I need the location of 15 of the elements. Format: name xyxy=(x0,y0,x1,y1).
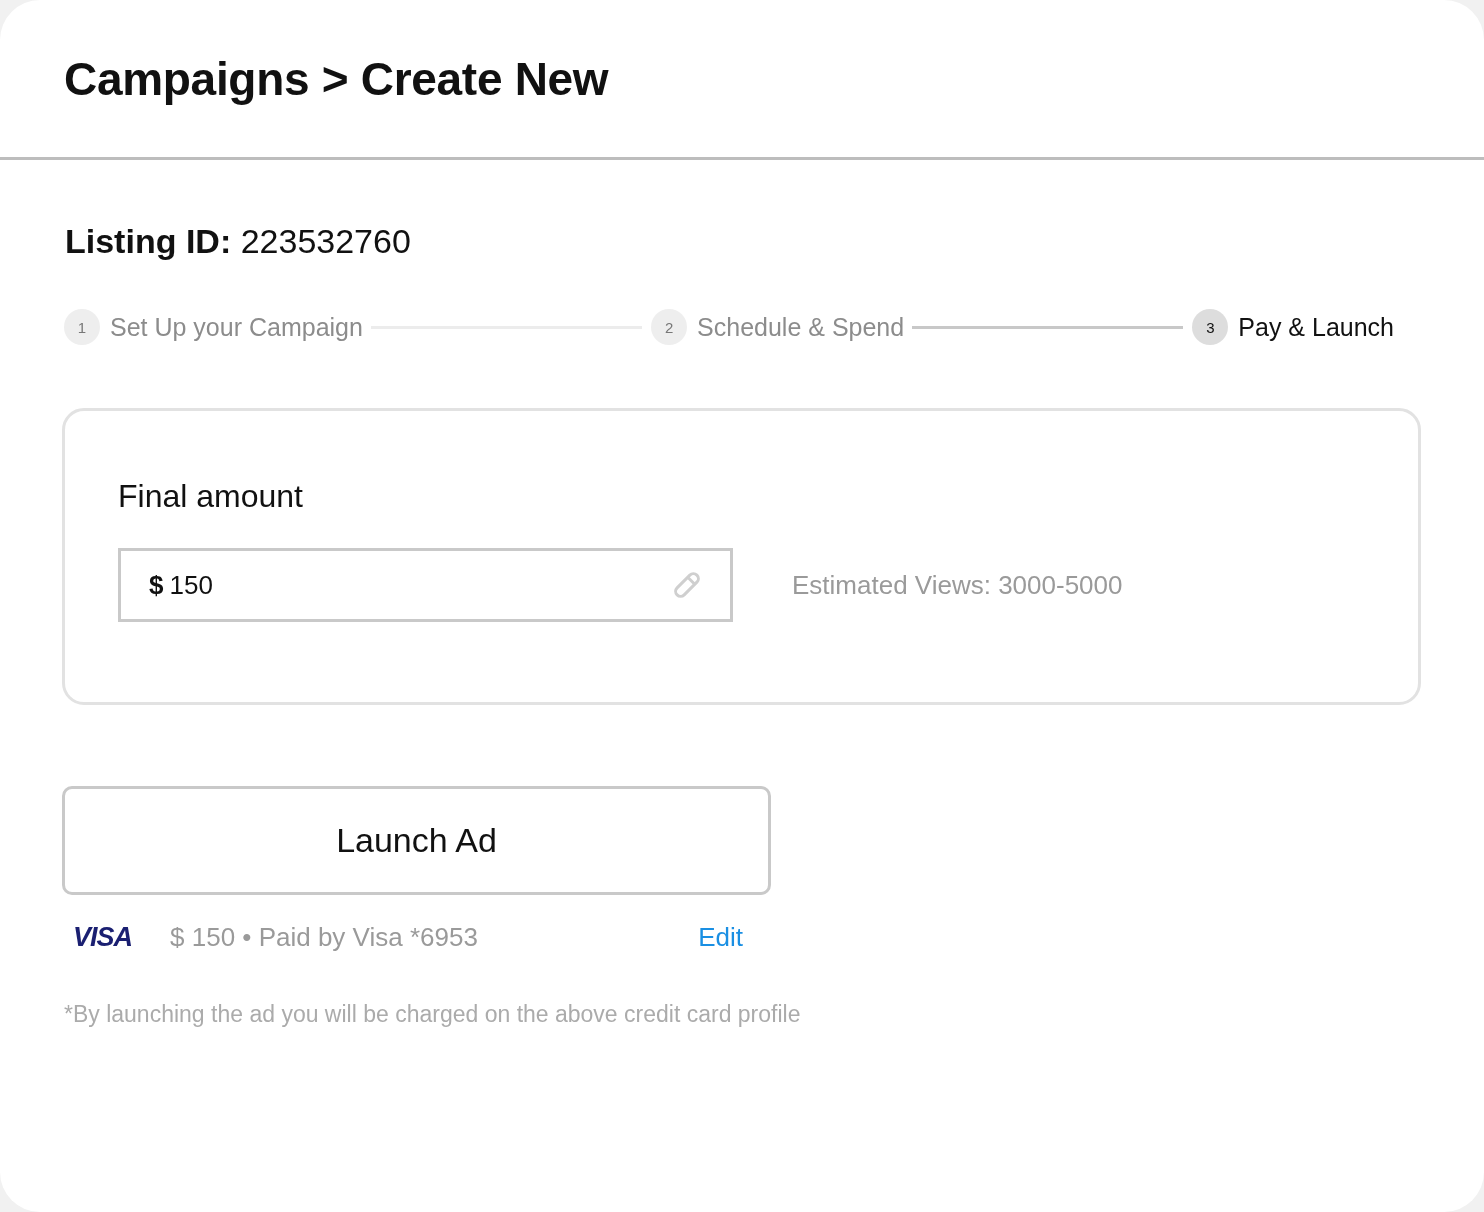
card-heading: Final amount xyxy=(118,477,303,516)
step-number: 3 xyxy=(1192,309,1229,345)
step-label: Pay & Launch xyxy=(1238,312,1394,342)
step-label: Schedule & Spend xyxy=(697,312,905,342)
step-label: Set Up your Campaign xyxy=(110,312,363,342)
step-number: 2 xyxy=(651,309,688,345)
card-brand-logo: VISA xyxy=(73,922,133,952)
estimated-views: Estimated Views: 3000-5000 xyxy=(792,569,1123,601)
page-title: Campaigns > Create New xyxy=(64,51,609,106)
payment-summary: $ 150 • Paid by Visa *6953 xyxy=(170,922,478,952)
amount-field[interactable]: $ 150 xyxy=(118,548,733,622)
listing-id: Listing ID: 223532760 xyxy=(65,221,411,261)
step-number: 1 xyxy=(64,309,100,345)
launch-ad-button[interactable]: Launch Ad xyxy=(62,786,771,895)
disclaimer-text: *By launching the ad you will be charged on the above credit card profile xyxy=(64,1000,801,1028)
